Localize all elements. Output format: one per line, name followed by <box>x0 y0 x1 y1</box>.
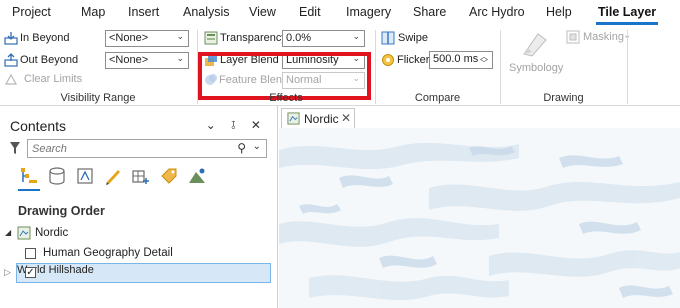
flicker-interval-value: 500.0 ms <box>433 53 479 65</box>
active-view-indicator <box>18 189 40 191</box>
group-divider <box>627 30 628 104</box>
out-beyond-icon <box>4 53 18 67</box>
tab-tile-layer[interactable]: Tile Layer <box>598 5 656 19</box>
in-beyond-value: <None> <box>109 32 149 44</box>
map-name: Nordic <box>35 227 69 239</box>
chevron-down-icon: ⌄ <box>176 31 184 41</box>
chevron-down-icon[interactable]: ⌄ <box>253 141 261 152</box>
filter-icon[interactable] <box>9 141 21 155</box>
out-beyond-label: Out Beyond <box>20 54 79 66</box>
tab-arc-hydro[interactable]: Arc Hydro <box>469 5 525 19</box>
masking-icon <box>566 30 580 44</box>
drawing-group-label: Drawing <box>543 92 584 104</box>
layer-row-selected[interactable]: ▷ ✓ World Hillshade <box>4 263 271 283</box>
tab-project[interactable]: Project <box>12 5 51 19</box>
expand-arrow-icon[interactable]: ▷ <box>4 267 11 278</box>
in-beyond-label: In Beyond <box>20 32 70 44</box>
close-icon[interactable]: ✕ <box>341 111 351 125</box>
layer-row[interactable]: Human Geography Detail <box>16 245 266 263</box>
list-by-editing-icon[interactable] <box>103 166 123 186</box>
pane-controls[interactable]: ⌄ ⫱ ✕ <box>206 118 267 133</box>
clear-limits-button[interactable]: Clear Limits <box>24 73 82 85</box>
tree-map-node[interactable]: ◢ Nordic <box>4 225 264 243</box>
layer-visibility-checkbox[interactable] <box>25 248 36 259</box>
chevron-down-icon: ⌄ <box>352 31 360 41</box>
search-input[interactable] <box>32 142 222 156</box>
symbology-button[interactable]: Symbology <box>509 62 563 74</box>
map-icon <box>287 112 300 125</box>
transparency-icon <box>204 31 218 45</box>
out-beyond-value: <None> <box>109 54 149 66</box>
masking-button[interactable]: Masking <box>583 31 624 43</box>
list-by-data-source-icon[interactable] <box>47 166 67 186</box>
contents-pane: Contents ⌄ ⫱ ✕ ⚲ ⌄ D <box>0 106 278 308</box>
hillshade-terrain <box>279 128 680 308</box>
tab-imagery[interactable]: Imagery <box>346 5 391 19</box>
chevron-down-icon: ⌄ <box>176 53 184 63</box>
tab-insert[interactable]: Insert <box>128 5 159 19</box>
symbology-icon <box>523 33 547 57</box>
compare-group-label: Compare <box>414 92 461 104</box>
map-icon <box>17 226 31 240</box>
clear-limits-icon <box>4 73 18 85</box>
transparency-input[interactable]: 0.0% ⌄ <box>282 30 365 47</box>
menu-bar: Project Map Insert Analysis View Edit Im… <box>0 0 680 26</box>
visibility-range-group-label: Visibility Range <box>60 92 136 104</box>
tab-help[interactable]: Help <box>546 5 572 19</box>
map-tab-label: Nordic <box>304 112 339 126</box>
list-by-labeling-icon[interactable] <box>159 166 179 186</box>
tab-share[interactable]: Share <box>413 5 446 19</box>
layer-visibility-checkbox[interactable]: ✓ <box>25 267 36 278</box>
drawing-order-heading: Drawing Order <box>18 204 105 218</box>
out-beyond-select[interactable]: <None> ⌄ <box>105 52 189 69</box>
tab-map[interactable]: Map <box>81 5 105 19</box>
in-beyond-icon <box>4 32 18 45</box>
list-by-drawing-order-icon[interactable] <box>19 166 39 186</box>
map-canvas[interactable] <box>279 128 680 308</box>
pane-title: Contents <box>10 118 67 134</box>
effects-group-label: Effects <box>269 92 303 104</box>
swipe-icon <box>381 31 395 45</box>
tab-analysis[interactable]: Analysis <box>183 5 230 19</box>
layer-name: Human Geography Detail <box>43 247 173 259</box>
transparency-value: 0.0% <box>286 32 312 44</box>
stepper-arrows-icon[interactable]: ︿ ﹀ <box>480 53 488 68</box>
map-tab-strip: Nordic ✕ <box>279 106 680 128</box>
in-beyond-select[interactable]: <None> ⌄ <box>105 30 189 47</box>
list-by-perspective-imagery-icon[interactable] <box>187 166 207 186</box>
active-tab-indicator <box>596 22 658 25</box>
search-box[interactable]: ⚲ ⌄ <box>27 139 267 158</box>
ribbon: In Beyond <None> ⌄ Out Beyond <None> ⌄ C… <box>0 26 680 106</box>
map-view-tab[interactable]: Nordic ✕ <box>281 108 355 128</box>
swipe-button[interactable]: Swipe <box>398 32 428 44</box>
flicker-interval-stepper[interactable]: 500.0 ms ︿ ﹀ <box>429 51 493 69</box>
flicker-icon <box>382 54 394 66</box>
flicker-button[interactable]: Flicker <box>397 54 429 66</box>
tab-view[interactable]: View <box>249 5 276 19</box>
search-icon[interactable]: ⚲ <box>237 141 246 155</box>
list-by-selection-icon[interactable] <box>75 166 95 186</box>
list-by-snapping-icon[interactable] <box>131 166 151 186</box>
expand-arrow-icon[interactable]: ◢ <box>5 228 11 237</box>
transparency-label: Transparency <box>220 32 287 44</box>
tab-edit[interactable]: Edit <box>299 5 321 19</box>
